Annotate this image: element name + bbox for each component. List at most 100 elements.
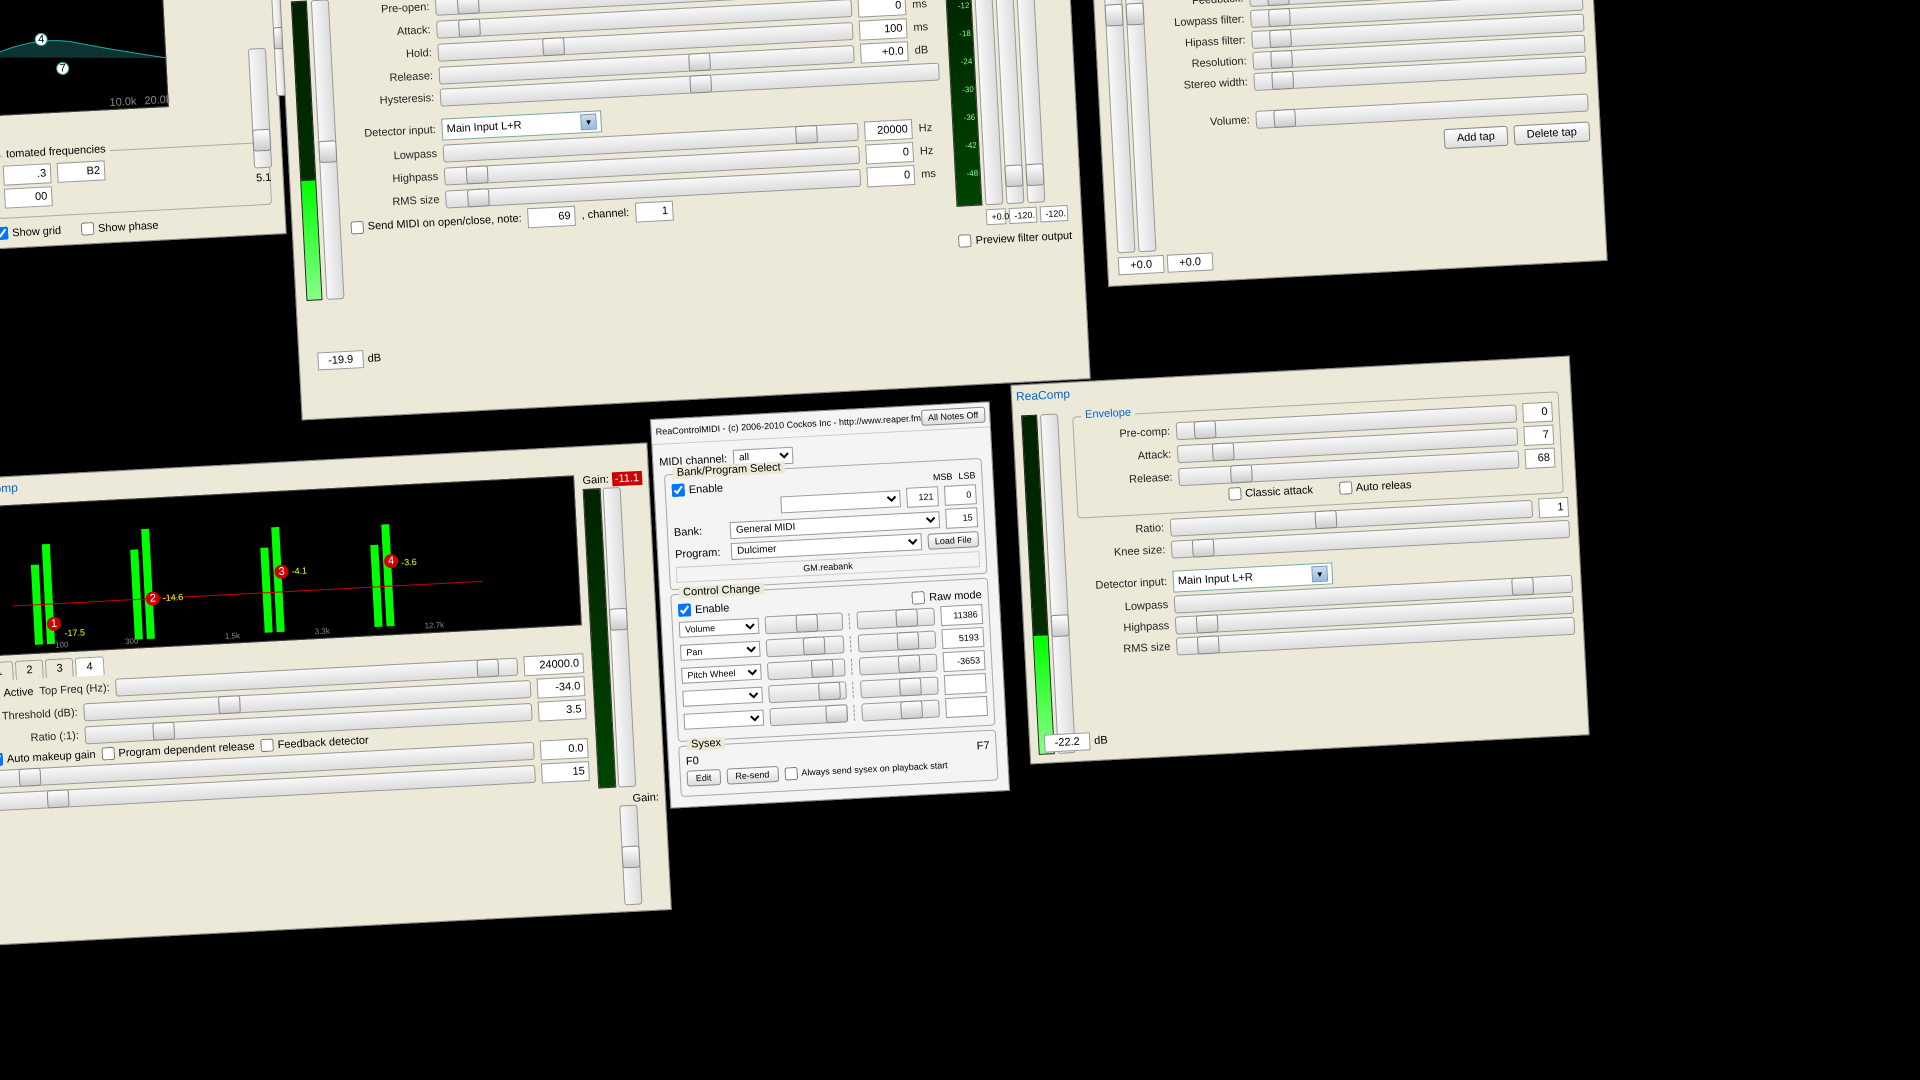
cc-slider2-1[interactable] [858,631,937,653]
cc-select-0[interactable]: Volume [679,618,760,638]
preview-check[interactable] [958,234,972,248]
sendmidi-check[interactable] [350,220,364,234]
gate-meter-r2-val: -120. [1040,205,1069,222]
midi-window: ReaControlMIDI - (c) 2006-2010 Cockos In… [650,401,1010,808]
gate-db-label: dB [367,352,381,365]
hold-input[interactable] [859,18,908,40]
cc-slider-1[interactable] [766,635,845,657]
comp-ratio-input[interactable] [1538,497,1569,519]
msb-input[interactable] [906,486,939,508]
eq-val3[interactable] [4,186,53,208]
cc-val-4[interactable] [945,696,988,718]
comp-attack2-input[interactable] [1525,448,1556,470]
xcomp-gain-slider2[interactable] [620,805,643,906]
active-label: Active [3,686,34,700]
xcomp-val5[interactable] [541,761,590,783]
loadfile-button[interactable]: Load File [927,531,979,550]
classic-check[interactable] [1228,487,1242,501]
delay-val-r: +0.0 [1167,252,1214,272]
comp-gain-val: -22.2 [1044,732,1091,752]
cc-select-3[interactable] [682,687,763,707]
edit-button[interactable]: Edit [686,769,720,787]
note-input[interactable] [527,206,576,228]
cc-enable-check[interactable] [678,603,692,617]
comp-highpass-label: Highpass [1079,620,1170,637]
autorelease-check[interactable] [1339,481,1353,495]
cc-select-2[interactable]: Pitch Wheel [681,664,762,684]
preview-label: Preview filter output [975,229,1072,246]
tab-2[interactable]: 2 [15,659,44,679]
always-check[interactable] [784,766,798,780]
channel-label: , channel: [581,207,629,221]
tab-4[interactable]: 4 [75,656,104,676]
feedback-label: Feedback: [1153,0,1244,9]
channel-input[interactable] [635,201,674,223]
cc-val-3[interactable] [944,673,987,695]
cc-slider2-2[interactable] [859,653,938,675]
cc-slider-3[interactable] [768,681,847,703]
precomp-input[interactable] [1522,402,1553,424]
rmssize-label: RMS size [349,194,440,211]
cc-slider-2[interactable] [767,658,846,680]
gate-meter-r1-val: -120. [1009,207,1038,224]
threshold-label: Threshold (dB): [0,707,78,724]
xcomp-val4[interactable] [540,738,589,760]
svg-text:10.0k: 10.0k [109,96,137,109]
automakeup-check[interactable] [0,753,3,767]
addtap-button[interactable]: Add tap [1443,126,1508,149]
attack-input[interactable] [858,0,907,18]
highpass-input[interactable] [866,142,915,164]
eq-graph[interactable]: 4 7 10.0k 20.0k [0,0,169,116]
highpass-label: Highpass [348,171,439,188]
eq-window: 4 7 10.0k 20.0k Gain: tomated frequencie… [0,0,287,250]
bank-label: Bank: [674,524,725,539]
showphase-check[interactable] [81,222,95,236]
bankprog-enable-check[interactable] [671,483,685,497]
deletetap-button[interactable]: Delete tap [1513,121,1590,145]
ratio-input[interactable] [538,699,587,721]
cc-slider2-3[interactable] [860,676,939,698]
preopen-label: Pre-open: [339,1,430,18]
cc-slider-0[interactable] [765,612,844,634]
lsb-input[interactable] [944,484,977,506]
progdep-check[interactable] [101,747,115,761]
cc-select-1[interactable]: Pan [680,641,761,661]
gate-window: Pre-open:ms Attack:ms Hold:ms Release:dB… [279,0,1090,420]
cc-slider-4[interactable] [769,704,848,726]
xcomp-graph[interactable]: 1 2 3 4 -17.5-14.6-4.1-3.61003001.5k3.3k… [0,475,582,656]
xcomp-gain-val: -11.1 [612,471,643,487]
cc-select-4[interactable] [683,710,764,730]
eq-val1[interactable] [3,163,52,185]
showgrid-check[interactable] [0,227,9,241]
comp-rmssize-label: RMS size [1080,641,1171,658]
eq-val2[interactable] [57,160,106,182]
feedbackdet-check[interactable] [260,739,274,753]
allnotesoff-button[interactable]: All Notes Off [921,407,986,426]
cc-slider2-4[interactable] [861,699,940,721]
rawmode-check[interactable] [912,591,926,605]
comp-db-label: dB [1094,734,1108,747]
cc-val-1[interactable] [941,627,984,649]
comp-attack-input[interactable] [1523,425,1554,447]
svg-text:20.0k: 20.0k [144,94,170,107]
bank-subselect[interactable] [780,490,901,513]
tab-1[interactable]: 1 [0,661,14,681]
xcomp-gain-label2: Gain: [632,791,659,804]
topfreq-input[interactable] [524,653,585,676]
xcomp-gain-label: Gain: [582,474,609,487]
lowpass-input[interactable] [864,119,913,141]
cc-val-0[interactable] [940,604,983,626]
cc-val-2[interactable] [943,650,986,672]
release-input[interactable] [860,41,909,63]
tab-3[interactable]: 3 [45,658,74,678]
tomated-label: tomated frequencies [2,143,110,161]
feedbackdet-label: Feedback detector [277,734,369,751]
cc-slider2-0[interactable] [856,608,935,630]
bank-num[interactable] [945,507,978,529]
threshold-input[interactable] [537,676,586,698]
rmssize-input[interactable] [867,165,916,187]
automakeup-label: Auto makeup gain [7,748,96,765]
stereowidth-label: Stereo width: [1158,76,1249,93]
resend-button[interactable]: Re-send [726,766,779,785]
lowpass-label: Lowpass [347,148,438,165]
